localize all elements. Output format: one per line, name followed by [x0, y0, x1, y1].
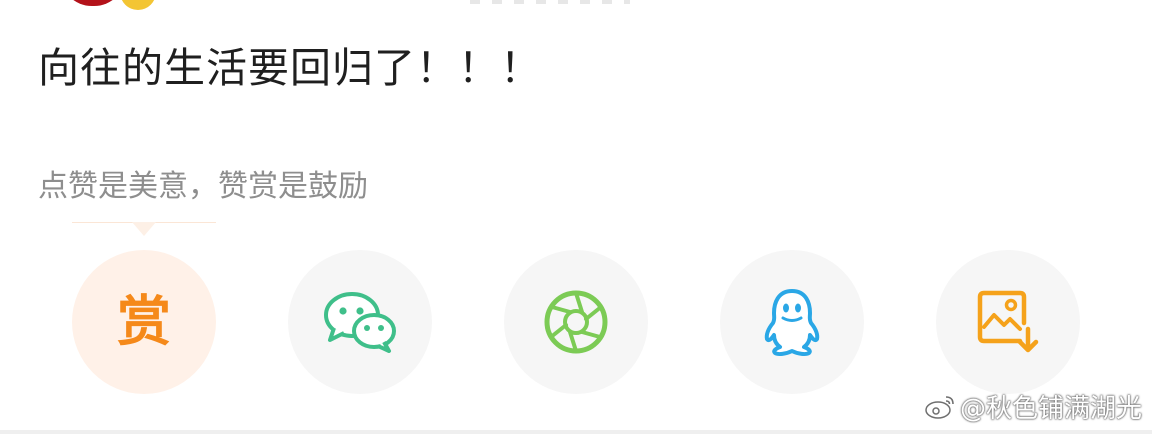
verified-badge-icon: [120, 0, 156, 10]
share-wechat-button[interactable]: [288, 250, 432, 394]
share-actions: 赏: [0, 250, 1152, 394]
reward-button[interactable]: 赏: [72, 250, 216, 394]
qq-penguin-icon: [761, 287, 823, 357]
watermark-text: @秋色铺满湖光: [959, 394, 1142, 424]
post-text: 向往的生活要回归了！！！: [38, 44, 542, 92]
cropped-author-meta: [470, 0, 630, 4]
watermark: @秋色铺满湖光: [924, 388, 1142, 425]
save-image-icon: [976, 289, 1040, 355]
wechat-icon: [322, 290, 398, 354]
tooltip-pointer: [132, 222, 156, 236]
divider: [0, 430, 1152, 434]
author-avatar[interactable]: [60, 0, 126, 6]
share-qq-button[interactable]: [720, 250, 864, 394]
reward-icon: 赏: [117, 290, 171, 353]
save-image-button[interactable]: [936, 250, 1080, 394]
share-moments-button[interactable]: [504, 250, 648, 394]
reward-hint: 点赞是美意，赞赏是鼓励: [38, 169, 368, 204]
weibo-logo-icon: [924, 394, 956, 420]
moments-shutter-icon: [541, 287, 611, 357]
